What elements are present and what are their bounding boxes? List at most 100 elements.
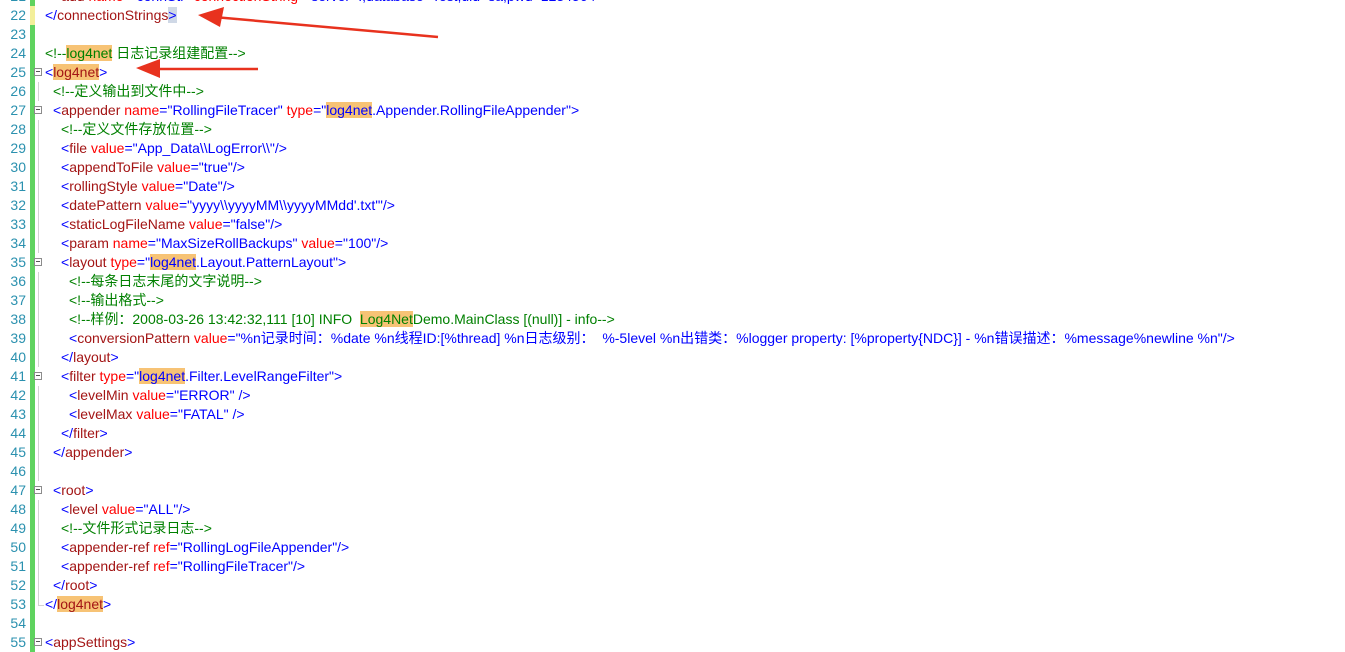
code-line[interactable]: 49 <!--文件形式记录日志--> [0, 519, 1345, 538]
code-line[interactable]: 31 <rollingStyle value="Date"/> [0, 177, 1345, 196]
change-indicator [30, 25, 35, 44]
collapse-icon[interactable] [34, 372, 42, 380]
code-token: filter [69, 368, 96, 384]
code-token: connectionStrings [57, 7, 169, 23]
code-token: layout [69, 254, 107, 270]
code-text[interactable]: <!--log4net 日志记录组建配置--> [45, 44, 246, 63]
code-text[interactable]: <staticLogFileName value="false"/> [45, 215, 282, 234]
change-indicator [30, 424, 35, 443]
code-token: Demo.MainClass [(null)] - info--> [412, 311, 615, 327]
code-text[interactable]: <!--每条日志末尾的文字说明--> [45, 272, 262, 291]
code-line[interactable]: 45 </appender> [0, 443, 1345, 462]
code-line[interactable]: 24 <!--log4net 日志记录组建配置--> [0, 44, 1345, 63]
collapse-icon[interactable] [34, 258, 42, 266]
code-line[interactable]: 44 </filter> [0, 424, 1345, 443]
code-line[interactable]: 53 </log4net> [0, 595, 1345, 614]
code-text[interactable]: <!--样例：2008-03-26 13:42:32,111 [10] INFO… [45, 310, 615, 329]
collapse-icon[interactable] [34, 486, 42, 494]
code-line[interactable]: 29 <file value="App_Data\\LogError\\"/> [0, 139, 1345, 158]
code-text[interactable]: <appender-ref ref="RollingLogFileAppende… [45, 538, 349, 557]
code-text[interactable]: <datePattern value="yyyy\\yyyyMM\\yyyyMM… [45, 196, 395, 215]
code-line[interactable]: 38 <!--样例：2008-03-26 13:42:32,111 [10] IN… [0, 310, 1345, 329]
code-text[interactable]: <file value="App_Data\\LogError\\"/> [45, 139, 287, 158]
code-token: < [61, 235, 70, 251]
code-line[interactable]: 36 <!--每条日志末尾的文字说明--> [0, 272, 1345, 291]
line-number: 34 [10, 235, 26, 251]
code-line[interactable]: 54 [0, 614, 1345, 633]
code-text[interactable]: <root> [45, 481, 94, 500]
code-text[interactable]: <appSettings> [45, 633, 135, 652]
code-text[interactable]: <param name="MaxSizeRollBackups" value="… [45, 234, 388, 253]
code-line[interactable]: 52 </root> [0, 576, 1345, 595]
code-line[interactable]: 43 <levelMax value="FATAL" /> [0, 405, 1345, 424]
outline-guide [38, 310, 39, 329]
code-token: false [235, 216, 266, 232]
code-token: ERROR [179, 387, 230, 403]
code-line[interactable]: 30 <appendToFile value="true"/> [0, 158, 1345, 177]
code-line[interactable]: 25 <log4net> [0, 63, 1345, 82]
code-text[interactable]: <conversionPattern value="%n记录时间：%date %… [45, 329, 1235, 348]
code-token: "/> [588, 0, 605, 4]
code-line[interactable]: 48 <level value="ALL"/> [0, 500, 1345, 519]
code-line[interactable]: 22 </connectionStrings> [0, 6, 1345, 25]
code-editor[interactable]: 21<add name="connStr" connectionString="… [0, 0, 1345, 652]
code-text[interactable]: <layout type="log4net.Layout.PatternLayo… [45, 253, 346, 272]
code-line[interactable]: 26 <!--定义输出到文件中--> [0, 82, 1345, 101]
code-text[interactable]: <appendToFile value="true"/> [45, 158, 245, 177]
code-text[interactable]: <levelMin value="ERROR" /> [45, 386, 251, 405]
code-text[interactable]: </log4net> [45, 595, 111, 614]
line-number: 44 [10, 425, 26, 441]
code-line[interactable]: 40 </layout> [0, 348, 1345, 367]
code-text[interactable]: <log4net> [45, 63, 107, 82]
code-line[interactable]: 50 <appender-ref ref="RollingLogFileAppen… [0, 538, 1345, 557]
code-text[interactable]: </layout> [45, 348, 119, 367]
change-indicator [30, 538, 35, 557]
collapse-icon[interactable] [34, 106, 42, 114]
code-text[interactable]: </filter> [45, 424, 108, 443]
code-line[interactable]: 35 <layout type="log4net.Layout.PatternLa… [0, 253, 1345, 272]
code-line[interactable]: 39 <conversionPattern value="%n记录时间：%date… [0, 329, 1345, 348]
code-token: staticLogFileName [69, 216, 186, 232]
code-token: < [61, 558, 70, 574]
code-line[interactable]: 32 <datePattern value="yyyy\\yyyyMM\\yyyy… [0, 196, 1345, 215]
code-line[interactable]: 28 <!--定义文件存放位置--> [0, 120, 1345, 139]
collapse-icon[interactable] [34, 638, 42, 646]
code-text[interactable]: <level value="ALL"/> [45, 500, 190, 519]
code-text[interactable]: <appender name="RollingFileTracer" type=… [45, 101, 579, 120]
code-line[interactable]: 47 <root> [0, 481, 1345, 500]
code-line[interactable]: 46 [0, 462, 1345, 481]
code-text[interactable]: </appender> [45, 443, 132, 462]
code-text[interactable]: <!--输出格式--> [45, 291, 164, 310]
code-token: =" [123, 0, 136, 4]
code-line[interactable]: 34 <param name="MaxSizeRollBackups" value… [0, 234, 1345, 253]
code-text[interactable]: <filter type="log4net.Filter.LevelRangeF… [45, 367, 342, 386]
code-text[interactable]: <!--定义文件存放位置--> [45, 120, 212, 139]
code-text[interactable]: <appender-ref ref="RollingFileTracer"/> [45, 557, 305, 576]
code-text[interactable]: <!--文件形式记录日志--> [45, 519, 212, 538]
code-text[interactable]: <rollingStyle value="Date"/> [45, 177, 235, 196]
code-line[interactable]: 42 <levelMin value="ERROR" /> [0, 386, 1345, 405]
code-token: > [110, 349, 119, 365]
code-token: log4net [57, 596, 104, 612]
code-text[interactable]: <!--定义输出到文件中--> [45, 82, 204, 101]
line-number: 42 [10, 387, 26, 403]
code-token: log4net [139, 368, 186, 384]
code-line[interactable]: 37 <!--输出格式--> [0, 291, 1345, 310]
code-text[interactable]: </connectionStrings> [45, 6, 177, 25]
code-text[interactable]: </root> [45, 576, 97, 595]
code-text[interactable]: <levelMax value="FATAL" /> [45, 405, 245, 424]
code-token: App_Data\\LogError\\ [137, 140, 270, 156]
code-line[interactable]: 41 <filter type="log4net.Filter.LevelRang… [0, 367, 1345, 386]
code-line[interactable]: 27 <appender name="RollingFileTracer" typ… [0, 101, 1345, 120]
code-token: =" [169, 406, 183, 422]
code-line[interactable]: 23 [0, 25, 1345, 44]
code-line[interactable]: 33 <staticLogFileName value="false"/> [0, 215, 1345, 234]
code-token: "> [333, 254, 347, 270]
outline-guide [38, 500, 39, 519]
code-token: name [88, 0, 123, 4]
code-token: appender-ref [69, 558, 150, 574]
code-line[interactable]: 55 <appSettings> [0, 633, 1345, 652]
collapse-icon[interactable] [34, 68, 42, 76]
outline-guide [38, 424, 39, 443]
code-line[interactable]: 51 <appender-ref ref="RollingFileTracer"/… [0, 557, 1345, 576]
